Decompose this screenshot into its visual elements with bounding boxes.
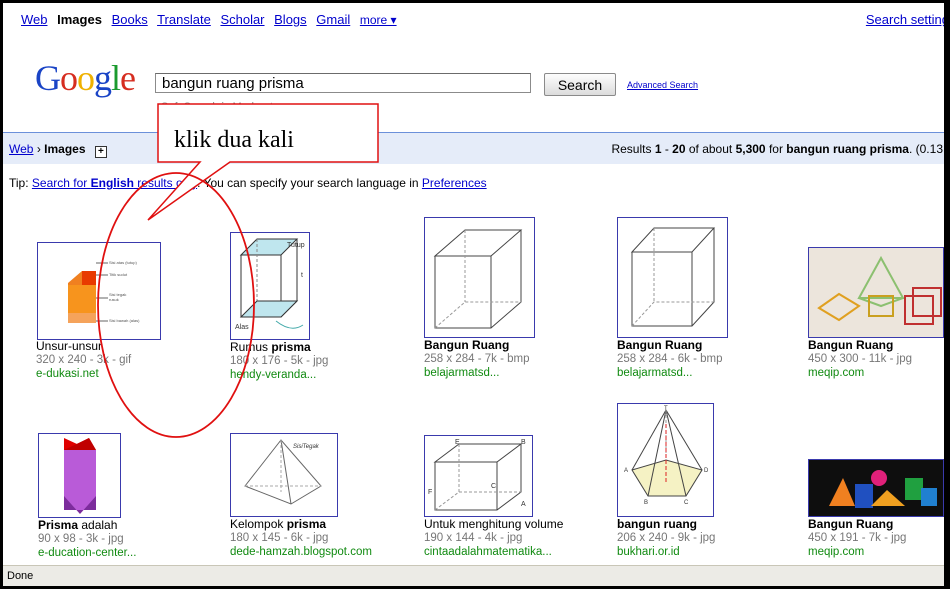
highlight-ellipse: [97, 172, 255, 438]
callout-annotation: [97, 103, 379, 438]
window-edge: [944, 0, 950, 589]
callout-text: klik dua kali: [174, 127, 294, 153]
